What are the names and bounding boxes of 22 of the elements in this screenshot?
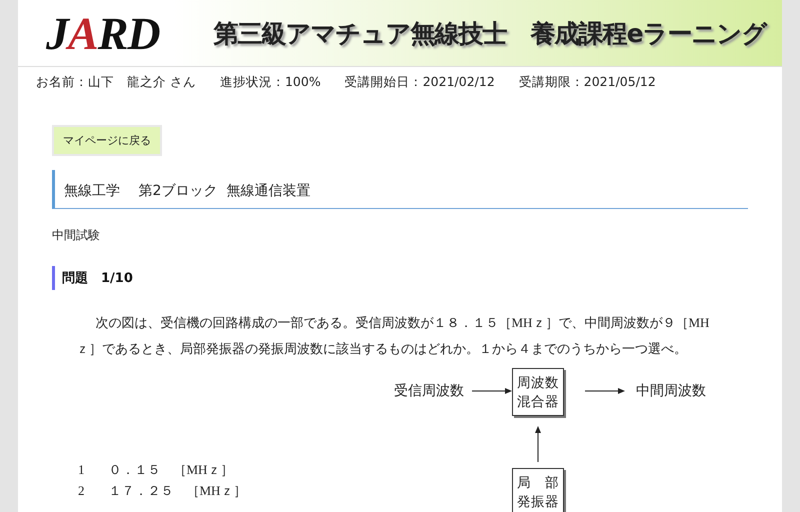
diagram-label: 中間周波数	[636, 382, 706, 400]
exam-label: 中間試験	[52, 227, 100, 244]
option-value: １７．２５ ［MHｚ］	[108, 482, 246, 500]
back-button[interactable]: マイページに戻る	[52, 125, 162, 156]
oscillator-block: 局 部 発振器	[512, 468, 564, 512]
arrow	[585, 386, 625, 396]
question-number: 問題 1/10	[52, 266, 140, 290]
arrow	[472, 386, 512, 396]
info-text: 受講期限：2021/05/12	[518, 74, 656, 90]
diagram-label: 受信周波数	[394, 382, 464, 400]
info-text: お名前：山下 龍之介 さん	[36, 74, 196, 90]
question-text: 次の図は、受信機の回路構成の一部である。受信周波数が１８．１５［MHｚ］で、中間周波数が９［MHｚ］であるとき、局部発振器の発振周波数に該当するものはどれか。１から４までのうちから一つ選べ。	[76, 314, 710, 358]
section-heading: 無線工学 第2ブロック 無線通信装置	[52, 170, 748, 209]
mixer-block: 周波数 混合器	[512, 368, 564, 416]
option-number: 1	[78, 461, 84, 479]
arrow	[533, 426, 543, 462]
info-text: 受講開始日：2021/02/12	[344, 74, 495, 90]
info-text: 進捗状況：100%	[220, 74, 321, 90]
option-value: ０．１５ ［MHｚ］	[108, 461, 234, 479]
option-number: 2	[78, 482, 84, 500]
site-title: 第三級アマチュア無線技士 養成課程eラーニング	[214, 18, 767, 50]
logo: JARD	[46, 6, 160, 60]
